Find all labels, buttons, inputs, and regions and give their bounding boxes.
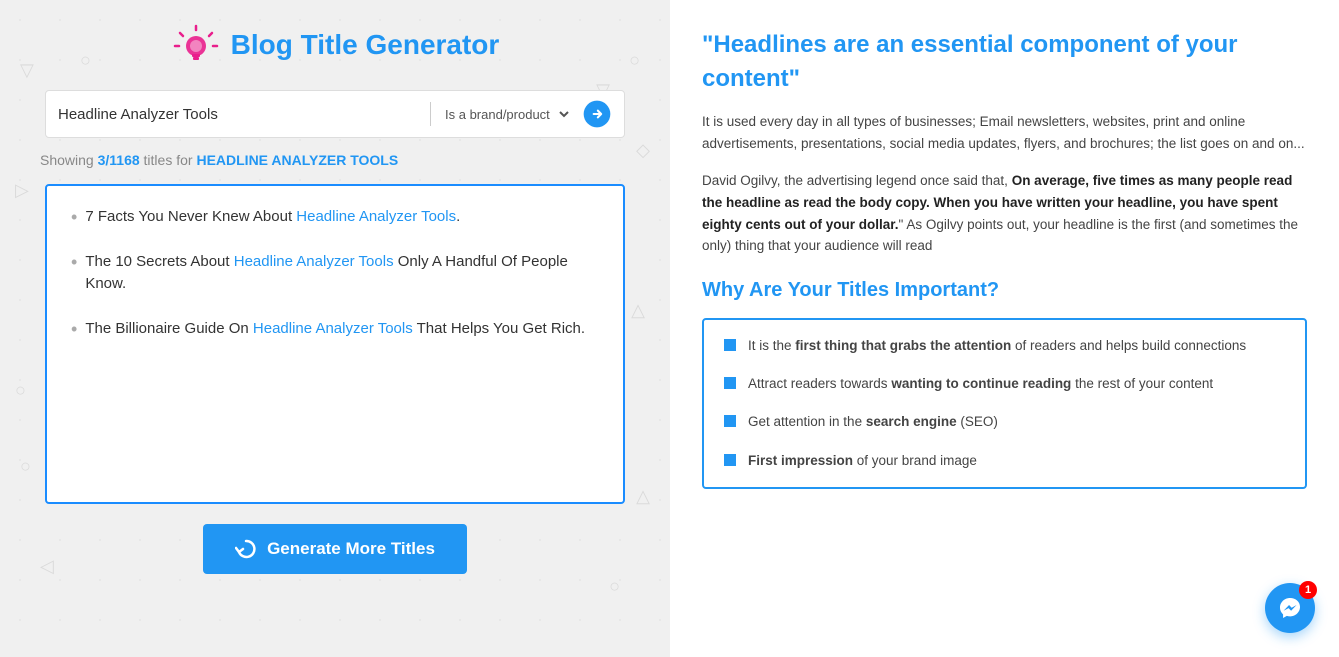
deco-diamond: ◇ [636,140,650,161]
deco-diamond2: ◁ [40,556,54,577]
title-3-prefix: The Billionaire Guide On [85,320,253,337]
search-bar: Is a brand/product Is a common noun Is a… [45,90,625,138]
titles-box: • 7 Facts You Never Knew About Headline … [45,184,625,504]
results-count: 3/1168 [98,152,140,168]
showing-label: Showing [40,152,94,168]
importance-text-2: Attract readers towards wanting to conti… [748,374,1213,394]
right-panel: "Headlines are an essential component of… [670,0,1339,657]
search-divider [430,102,431,126]
titles-for-label: titles for [144,152,193,168]
main-quote-heading: "Headlines are an essential component of… [702,28,1307,95]
importance-bullet-4 [724,454,736,466]
messenger-icon [1278,596,1302,620]
search-input[interactable] [58,106,420,123]
quote-prefix: David Ogilvy, the advertising legend onc… [702,173,1012,188]
logo-area: Blog Title Generator [171,20,500,70]
importance-text-3: Get attention in the search engine (SEO) [748,412,998,432]
imp2-bold: wanting to continue reading [891,376,1071,391]
imp3-bold: search engine [866,414,957,429]
importance-text-1: It is the first thing that grabs the att… [748,336,1246,356]
deco-circle3: ○ [20,456,31,477]
left-panel: ▽ ○ ▽ ○ ◇ ▷ ○ △ ◁ ○ △ ○ [0,0,670,657]
results-text: Showing 3/1168 titles for HEADLINE ANALY… [30,152,398,168]
logo-icon [171,20,221,70]
importance-box: It is the first thing that grabs the att… [702,318,1307,489]
title-text-2: The 10 Secrets About Headline Analyzer T… [85,251,599,296]
generate-more-button[interactable]: Generate More Titles [203,524,467,574]
importance-item-2: Attract readers towards wanting to conti… [724,374,1285,394]
title-text-3: The Billionaire Guide On Headline Analyz… [85,318,599,341]
importance-item-4: First impression of your brand image [724,451,1285,471]
deco-circle: ○ [80,50,91,71]
title-3-suffix: That Helps You Get Rich. [413,320,585,337]
imp2-suffix: the rest of your content [1071,376,1213,391]
generate-btn-label: Generate More Titles [267,539,435,559]
importance-item-1: It is the first thing that grabs the att… [724,336,1285,356]
why-titles-heading: Why Are Your Titles Important? [702,279,1307,302]
title-text-1: 7 Facts You Never Knew About Headline An… [85,206,599,229]
bullet-3: • [71,320,77,338]
importance-bullet-1 [724,339,736,351]
deco-triangle: ▽ [20,60,34,81]
chat-bubble[interactable]: 1 [1265,583,1315,633]
title-item-3: • The Billionaire Guide On Headline Anal… [71,318,599,341]
imp3-prefix: Get attention in the [748,414,866,429]
importance-bullet-3 [724,415,736,427]
search-button[interactable] [582,99,612,129]
chat-badge: 1 [1299,581,1317,599]
importance-item-3: Get attention in the search engine (SEO) [724,412,1285,432]
deco-triangle4: △ [631,300,645,321]
title-3-link[interactable]: Headline Analyzer Tools [253,320,413,337]
imp4-suffix: of your brand image [853,453,977,468]
title-2-link[interactable]: Headline Analyzer Tools [234,253,394,270]
title-2-prefix: The 10 Secrets About [85,253,233,270]
title-1-link[interactable]: Headline Analyzer Tools [296,208,456,225]
imp1-prefix: It is the [748,338,795,353]
title-1-suffix: . [456,208,460,225]
imp1-suffix: of readers and helps build connections [1011,338,1246,353]
category-select[interactable]: Is a brand/product Is a common noun Is a… [441,106,572,123]
title-item-1: • 7 Facts You Never Knew About Headline … [71,206,599,229]
deco-circle2: ○ [629,50,640,71]
deco-circle4: ○ [609,576,620,597]
logo-title: Blog Title Generator [231,29,500,61]
quote-paragraph: David Ogilvy, the advertising legend onc… [702,170,1307,256]
bullet-1: • [71,208,77,226]
imp4-bold: First impression [748,453,853,468]
importance-bullet-2 [724,377,736,389]
imp2-prefix: Attract readers towards [748,376,891,391]
importance-text-4: First impression of your brand image [748,451,977,471]
results-keyword: HEADLINE ANALYZER TOOLS [196,152,398,168]
title-1-prefix: 7 Facts You Never Knew About [85,208,296,225]
bullet-2: • [71,253,77,271]
deco-circle5: ○ [15,380,26,401]
refresh-icon [235,538,257,560]
deco-triangle3: △ [636,486,650,507]
imp3-suffix: (SEO) [957,414,998,429]
title-item-2: • The 10 Secrets About Headline Analyzer… [71,251,599,296]
imp1-bold: first thing that grabs the attention [795,338,1011,353]
deco-square: ▷ [15,180,29,201]
intro-paragraph: It is used every day in all types of bus… [702,111,1307,154]
